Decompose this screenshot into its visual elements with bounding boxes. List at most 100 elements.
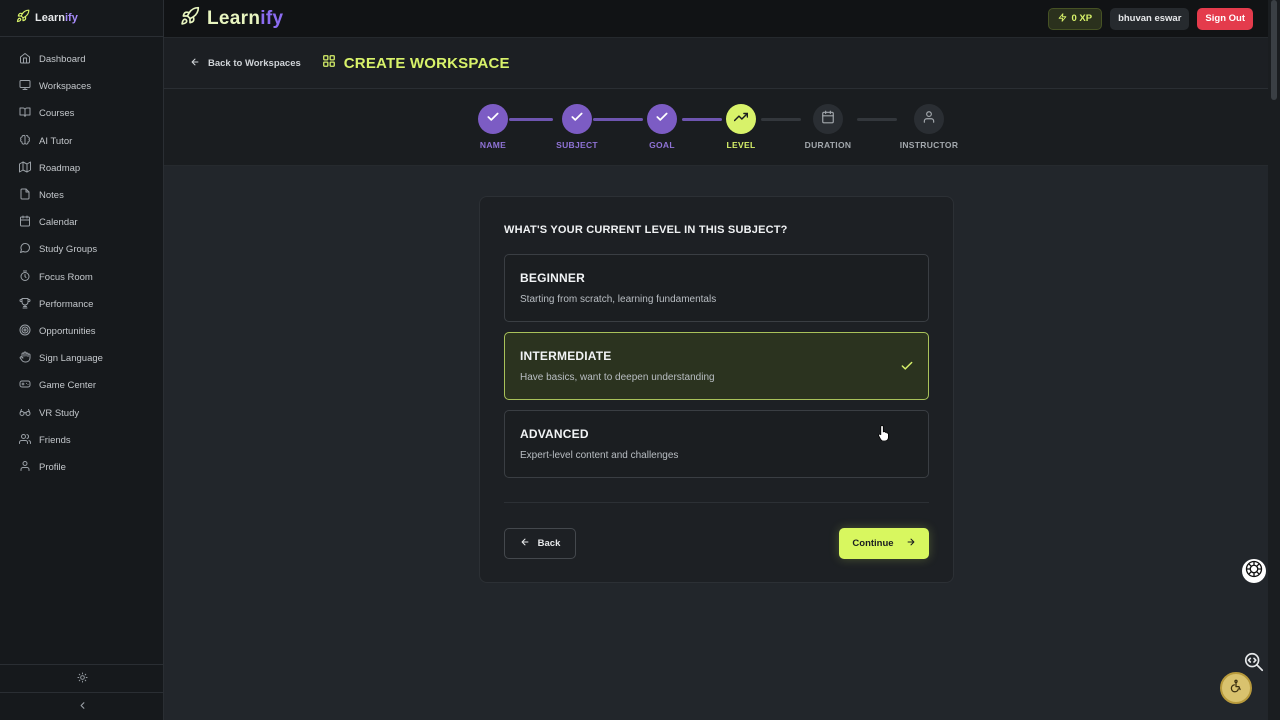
hand-icon <box>19 351 31 366</box>
user-icon <box>19 460 31 475</box>
sidebar-item-calendar[interactable]: Calendar <box>0 209 163 236</box>
sidebar-logo[interactable]: Learnify <box>0 0 163 37</box>
step-level[interactable]: LEVEL <box>691 104 791 150</box>
step-instructor[interactable]: INSTRUCTOR <box>879 104 979 150</box>
level-question: WHAT'S YOUR CURRENT LEVEL IN THIS SUBJEC… <box>504 224 788 236</box>
xp-badge[interactable]: 0 XP <box>1048 7 1103 30</box>
home-icon <box>19 52 31 67</box>
arrow-left-icon <box>190 57 200 70</box>
arrow-right-icon <box>906 537 916 550</box>
sidebar-footer <box>0 664 164 720</box>
accessibility-button[interactable] <box>1220 672 1252 704</box>
timer-icon <box>19 270 31 285</box>
wheelchair-icon <box>1229 679 1243 698</box>
sidebar-item-label: VR Study <box>39 407 80 419</box>
sidebar-item-label: Workspaces <box>39 81 92 93</box>
option-description: Have basics, want to deepen understandin… <box>520 372 715 383</box>
topbar: Learnify 0 XP bhuvan eswar Sign Out <box>164 0 1268 38</box>
sidebar-logo-text: Learnify <box>35 12 78 24</box>
file-icon <box>19 188 31 203</box>
step-circle <box>813 104 843 134</box>
sidebar-item-dashboard[interactable]: Dashboard <box>0 46 163 73</box>
page-scrollbar[interactable] <box>1268 0 1280 720</box>
continue-button[interactable]: Continue <box>839 528 929 559</box>
step-label: DURATION <box>804 140 852 150</box>
ai-assistant-button[interactable] <box>1242 559 1266 583</box>
sidebar-item-game-center[interactable]: Game Center <box>0 372 163 399</box>
sidebar-item-opportunities[interactable]: Opportunities <box>0 318 163 345</box>
sign-out-button[interactable]: Sign Out <box>1197 7 1253 30</box>
sidebar-item-profile[interactable]: Profile <box>0 454 163 481</box>
sidebar-item-study-groups[interactable]: Study Groups <box>0 236 163 263</box>
xp-value: 0 XP <box>1071 13 1093 24</box>
back-button-label: Back <box>537 538 561 549</box>
step-circle <box>726 104 756 134</box>
step-label: LEVEL <box>726 140 756 150</box>
sidebar-item-label: Focus Room <box>39 271 93 283</box>
sidebar-item-vr-study[interactable]: VR Study <box>0 399 163 426</box>
sidebar-item-label: Profile <box>39 461 66 473</box>
step-circle <box>647 104 677 134</box>
sidebar-item-label: Dashboard <box>39 54 86 66</box>
sidebar-item-friends[interactable]: Friends <box>0 427 163 454</box>
scrollbar-thumb[interactable] <box>1271 0 1277 100</box>
sidebar-item-ai-tutor[interactable]: AI Tutor <box>0 128 163 155</box>
check-icon <box>655 110 669 129</box>
target-icon <box>19 324 31 339</box>
sidebar: Learnify Dashboard Workspaces Courses AI… <box>0 0 164 720</box>
sidebar-item-label: Notes <box>39 190 64 202</box>
sidebar-item-label: Opportunities <box>39 325 96 337</box>
code-search-icon <box>1243 651 1265 678</box>
check-icon <box>486 110 500 129</box>
back-to-workspaces-link[interactable]: Back to Workspaces <box>190 57 301 70</box>
rocket-icon <box>16 9 30 28</box>
sidebar-collapse-button[interactable] <box>0 693 164 720</box>
sidebar-nav: Dashboard Workspaces Courses AI Tutor Ro… <box>0 37 163 481</box>
step-circle <box>478 104 508 134</box>
gamepad-icon <box>19 378 31 393</box>
sidebar-item-performance[interactable]: Performance <box>0 291 163 318</box>
trending-up-icon <box>733 110 749 129</box>
brain-icon <box>19 134 31 149</box>
lightning-icon <box>1058 12 1067 25</box>
step-circle <box>562 104 592 134</box>
sidebar-item-sign-language[interactable]: Sign Language <box>0 345 163 372</box>
level-option-beginner[interactable]: BEGINNER Starting from scratch, learning… <box>504 254 929 322</box>
user-menu-button[interactable]: bhuvan eswar <box>1110 7 1190 30</box>
step-duration[interactable]: DURATION <box>778 104 878 150</box>
sidebar-item-label: AI Tutor <box>39 135 73 147</box>
continue-button-label: Continue <box>852 538 894 549</box>
code-inspect-button[interactable] <box>1242 652 1266 676</box>
sidebar-item-label: Courses <box>39 108 75 120</box>
option-title: ADVANCED <box>520 427 589 441</box>
sidebar-item-focus-room[interactable]: Focus Room <box>0 264 163 291</box>
sidebar-item-label: Calendar <box>39 217 78 229</box>
check-icon <box>570 110 584 129</box>
calendar-icon <box>821 110 835 129</box>
option-title: BEGINNER <box>520 271 585 285</box>
vr-icon <box>19 406 31 421</box>
app-logo[interactable]: Learnify <box>164 6 283 31</box>
sidebar-item-label: Study Groups <box>39 244 98 256</box>
page-header: Back to Workspaces CREATE WORKSPACE <box>164 38 1268 89</box>
users-icon <box>19 433 32 448</box>
level-selection-card: WHAT'S YOUR CURRENT LEVEL IN THIS SUBJEC… <box>479 196 954 583</box>
back-link-label: Back to Workspaces <box>208 57 301 69</box>
map-icon <box>19 161 31 176</box>
openai-icon <box>1244 559 1264 584</box>
back-button[interactable]: Back <box>504 528 576 559</box>
sun-icon <box>76 670 88 688</box>
sidebar-item-workspaces[interactable]: Workspaces <box>0 73 163 100</box>
user-icon <box>922 110 936 129</box>
theme-toggle[interactable] <box>0 665 164 693</box>
level-option-advanced[interactable]: ADVANCED Expert-level content and challe… <box>504 410 929 478</box>
chevron-left-icon <box>77 698 88 716</box>
sidebar-item-courses[interactable]: Courses <box>0 100 163 127</box>
sidebar-item-label: Roadmap <box>39 162 81 174</box>
rocket-icon <box>180 6 200 31</box>
level-option-intermediate[interactable]: INTERMEDIATE Have basics, want to deepen… <box>504 332 929 400</box>
option-title: INTERMEDIATE <box>520 349 612 363</box>
sidebar-item-notes[interactable]: Notes <box>0 182 163 209</box>
sidebar-item-roadmap[interactable]: Roadmap <box>0 155 163 182</box>
workspace-stepper: NAME SUBJECT GOAL LEVEL DURATION INSTRUC… <box>164 89 1268 166</box>
